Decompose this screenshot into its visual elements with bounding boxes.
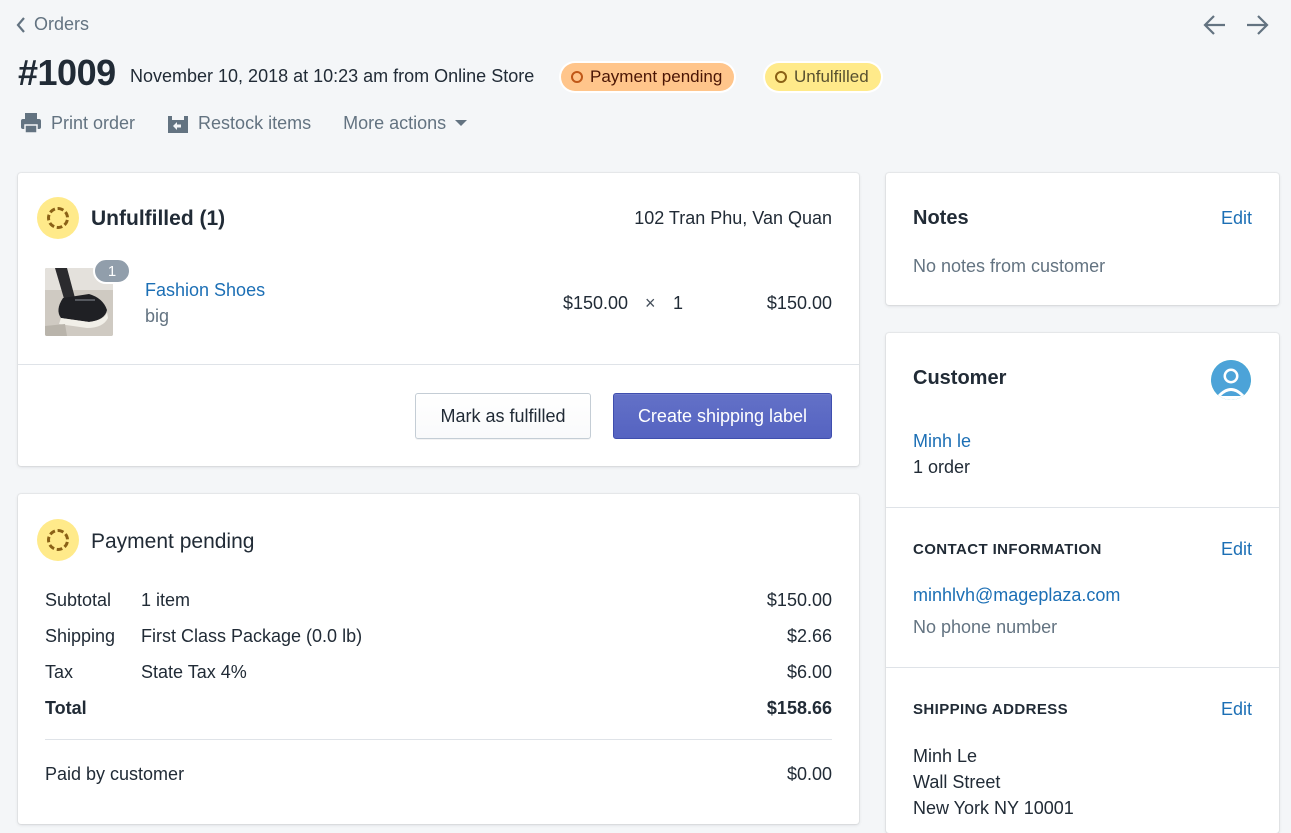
incomplete-circle-icon (37, 519, 79, 561)
contact-divider (886, 667, 1279, 668)
contact-edit-link[interactable]: Edit (1221, 539, 1252, 560)
payment-title: Payment pending (91, 530, 255, 553)
back-label: Orders (34, 14, 90, 34)
restock-items-label: Restock items (198, 112, 312, 133)
product-price: $150.00 (563, 293, 629, 313)
shipping-address-heading: SHIPPING ADDRESS (913, 701, 1069, 718)
customer-divider (886, 507, 1279, 508)
address-line-1: Minh Le (913, 746, 978, 766)
status-dot-icon (775, 71, 787, 83)
arrow-left-icon[interactable] (1203, 14, 1227, 39)
shipping-amount: $2.66 (786, 626, 832, 646)
status-dot-icon (571, 71, 583, 83)
address-line-2: Wall Street (913, 772, 1001, 792)
shipping-label: Shipping (45, 626, 116, 646)
chevron-left-icon (16, 16, 25, 33)
total-amount: $158.66 (766, 698, 832, 718)
subtotal-desc: 1 item (141, 590, 191, 610)
restock-icon (168, 116, 189, 133)
tax-label: Tax (45, 662, 74, 682)
print-order-label: Print order (51, 112, 136, 133)
avatar-icon[interactable] (1211, 360, 1251, 400)
shipping-edit-link[interactable]: Edit (1221, 699, 1252, 720)
product-name-link[interactable]: Fashion Shoes (145, 280, 265, 301)
total-label: Total (45, 698, 87, 718)
notes-card: Notes Edit No notes from customer (886, 173, 1279, 305)
unfulfilled-card: Unfulfilled (1) 102 Tran Phu, Van Quan 1… (18, 173, 859, 466)
subtotal-label: Subtotal (45, 590, 112, 610)
order-pagination (1203, 14, 1269, 39)
unfulfilled-title: Unfulfilled (1) (91, 207, 226, 230)
printer-icon (21, 113, 41, 134)
notes-edit-link[interactable]: Edit (1221, 208, 1252, 229)
product-variant: big (145, 306, 170, 326)
create-shipping-label-button[interactable]: Create shipping label (613, 393, 832, 439)
product-quantity: 1 (673, 293, 684, 313)
payment-card: Payment pending Subtotal 1 item $150.00 … (18, 494, 859, 824)
order-number: #1009 (18, 52, 116, 93)
paid-by-customer-amount: $0.00 (786, 764, 832, 784)
address-line-3: New York NY 10001 (913, 798, 1074, 818)
payment-status-badge: Payment pending (561, 63, 735, 91)
incomplete-circle-icon (37, 197, 79, 239)
customer-email-link[interactable]: minhlvh@mageplaza.com (913, 585, 1120, 606)
product-line-total: $150.00 (766, 293, 832, 313)
arrow-right-icon[interactable] (1245, 14, 1269, 39)
quantity-badge-label: 1 (107, 262, 117, 280)
shipping-desc: First Class Package (0.0 lb) (141, 626, 363, 646)
customer-order-count: 1 order (913, 457, 971, 477)
card-divider (18, 364, 859, 365)
restock-items-button[interactable]: Restock items (167, 112, 311, 134)
customer-card: Customer Minh le 1 order CONTACT INFORMA… (886, 333, 1279, 833)
payment-divider (45, 739, 832, 740)
fulfillment-badge-label: Unfulfilled (794, 67, 869, 86)
notes-title: Notes (913, 207, 969, 229)
notes-text: No notes from customer (913, 256, 1106, 276)
times-sign: × (645, 293, 656, 313)
quantity-badge: 1 (93, 258, 131, 284)
fulfillment-location: 102 Tran Phu, Van Quan (634, 208, 832, 228)
more-actions-button[interactable]: More actions (343, 112, 468, 134)
back-to-orders-link[interactable]: Orders (16, 14, 89, 35)
order-actions: Print order Restock items More actions (20, 112, 499, 134)
contact-information-heading: CONTACT INFORMATION (913, 541, 1102, 558)
print-order-button[interactable]: Print order (20, 112, 135, 134)
tax-amount: $6.00 (786, 662, 832, 682)
customer-phone: No phone number (913, 617, 1058, 637)
order-date: November 10, 2018 at 10:23 am from Onlin… (130, 66, 535, 86)
caret-down-icon (455, 120, 468, 126)
mark-as-fulfilled-button[interactable]: Mark as fulfilled (415, 393, 591, 439)
customer-title: Customer (913, 367, 1007, 389)
fulfillment-status-badge: Unfulfilled (765, 63, 881, 91)
more-actions-label: More actions (343, 112, 447, 133)
payment-badge-label: Payment pending (590, 67, 723, 86)
paid-by-customer-label: Paid by customer (45, 764, 185, 784)
tax-desc: State Tax 4% (141, 662, 247, 682)
subtotal-amount: $150.00 (766, 590, 832, 610)
customer-name-link[interactable]: Minh le (913, 431, 971, 452)
